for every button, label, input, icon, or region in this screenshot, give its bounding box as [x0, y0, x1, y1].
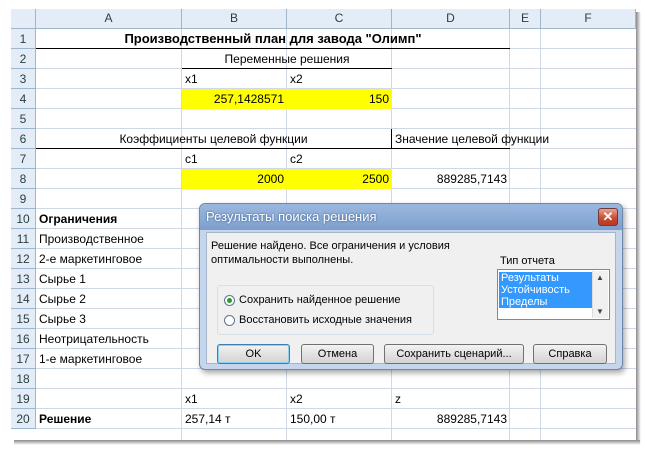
row-header[interactable]: 19 — [11, 389, 36, 409]
solution-x1-value[interactable]: 257,14 т — [182, 409, 287, 429]
x2-value-cell[interactable]: 150 — [287, 89, 392, 109]
dialog-message: Решение найдено. Все ограничения и услов… — [211, 240, 450, 266]
save-scenario-button[interactable]: Сохранить сценарий... — [384, 344, 524, 364]
row-header[interactable]: 4 — [11, 89, 36, 109]
listbox-scrollbar[interactable]: ▲ ▼ — [592, 271, 608, 318]
solution-label[interactable]: Решение — [36, 409, 182, 429]
constraint-label[interactable]: 2-е маркетинговое — [36, 249, 182, 269]
dialog-title: Результаты поиска решения — [206, 209, 377, 224]
row-header[interactable]: 5 — [11, 109, 36, 129]
help-button[interactable]: Справка — [533, 344, 607, 364]
radio-selected-icon[interactable] — [224, 294, 235, 306]
row-header[interactable]: 12 — [11, 249, 36, 269]
row-header[interactable]: 15 — [11, 309, 36, 329]
constraint-label[interactable]: 1-е маркетинговое — [36, 349, 182, 369]
scroll-down-icon[interactable]: ▼ — [596, 307, 604, 316]
constraints-heading[interactable]: Ограничения — [36, 209, 182, 229]
coefficients-heading[interactable]: Коэффициенты целевой функции — [36, 129, 392, 149]
row-header[interactable]: 13 — [11, 269, 36, 289]
cancel-button[interactable]: Отмена — [301, 344, 374, 364]
row-header[interactable]: 18 — [11, 369, 36, 389]
sheet-title[interactable]: Производственный план для завода "Олимп" — [36, 29, 510, 49]
report-item-sensitivity[interactable]: Устойчивость — [499, 284, 592, 296]
keep-solution-option[interactable]: Сохранить найденное решение — [224, 293, 401, 307]
x2-label-cell[interactable]: x2 — [287, 69, 392, 89]
solver-results-dialog: Результаты поиска решения ✕ Решение найд… — [199, 203, 623, 370]
column-header-a[interactable]: A — [36, 9, 182, 29]
solution-z-value[interactable]: 889285,7143 — [392, 409, 510, 429]
column-header-e[interactable]: E — [510, 9, 541, 29]
variables-heading[interactable]: Переменные решения — [182, 49, 392, 69]
row-header[interactable]: 1 — [11, 29, 36, 49]
dialog-title-bar[interactable]: Результаты поиска решения ✕ — [200, 204, 622, 230]
constraint-label[interactable]: Сырье 3 — [36, 309, 182, 329]
row-header[interactable]: 11 — [11, 229, 36, 249]
column-header-b[interactable]: B — [182, 9, 287, 29]
report-type-label: Тип отчета — [500, 255, 555, 267]
scroll-up-icon[interactable]: ▲ — [596, 273, 604, 282]
constraint-label[interactable]: Сырье 1 — [36, 269, 182, 289]
row-header[interactable]: 8 — [11, 169, 36, 189]
row-header[interactable]: 17 — [11, 349, 36, 369]
ok-button[interactable]: OK — [217, 344, 290, 364]
c2-label-cell[interactable]: c2 — [287, 149, 392, 169]
solution-x2-label[interactable]: x2 — [287, 389, 392, 409]
row-header[interactable]: 20 — [11, 409, 36, 429]
radio-empty-icon[interactable] — [224, 314, 235, 326]
report-item-limits[interactable]: Пределы — [499, 296, 592, 308]
keep-solution-label: Сохранить найденное решение — [239, 294, 401, 306]
report-type-listbox[interactable]: Результаты Устойчивость Пределы ▲ ▼ — [497, 269, 610, 320]
constraint-label[interactable]: Сырье 2 — [36, 289, 182, 309]
dialog-body: Решение найдено. Все ограничения и услов… — [206, 232, 616, 364]
c2-value-cell[interactable]: 2500 — [287, 169, 392, 189]
restore-values-option[interactable]: Восстановить исходные значения — [224, 313, 412, 327]
x1-value-cell[interactable]: 257,1428571 — [182, 89, 287, 109]
constraint-label[interactable]: Неотрицательность — [36, 329, 182, 349]
objective-value-cell[interactable]: 889285,7143 — [392, 169, 510, 189]
row-header[interactable]: 2 — [11, 49, 36, 69]
select-all-corner[interactable] — [11, 9, 36, 29]
solution-options-group: Сохранить найденное решение Восстановить… — [217, 285, 434, 335]
constraint-label[interactable]: Производственное — [36, 229, 182, 249]
column-header-d[interactable]: D — [392, 9, 510, 29]
column-header-f[interactable]: F — [541, 9, 636, 29]
row-header[interactable]: 7 — [11, 149, 36, 169]
solution-z-label[interactable]: z — [392, 389, 510, 409]
row-header[interactable]: 6 — [11, 129, 36, 149]
solution-x1-label[interactable]: x1 — [182, 389, 287, 409]
row-header[interactable]: 3 — [11, 69, 36, 89]
report-item-results[interactable]: Результаты — [499, 272, 592, 284]
c1-label-cell[interactable]: c1 — [182, 149, 287, 169]
x1-label-cell[interactable]: x1 — [182, 69, 287, 89]
close-icon[interactable]: ✕ — [598, 208, 618, 226]
solution-x2-value[interactable]: 150,00 т — [287, 409, 392, 429]
c1-value-cell[interactable]: 2000 — [182, 169, 287, 189]
row-header[interactable]: 10 — [11, 209, 36, 229]
objective-heading[interactable]: Значение целевой функции — [392, 129, 549, 149]
row-header[interactable]: 14 — [11, 289, 36, 309]
column-header-c[interactable]: C — [287, 9, 392, 29]
row-header[interactable]: 16 — [11, 329, 36, 349]
row-header[interactable]: 9 — [11, 189, 36, 209]
restore-values-label: Восстановить исходные значения — [239, 314, 412, 326]
